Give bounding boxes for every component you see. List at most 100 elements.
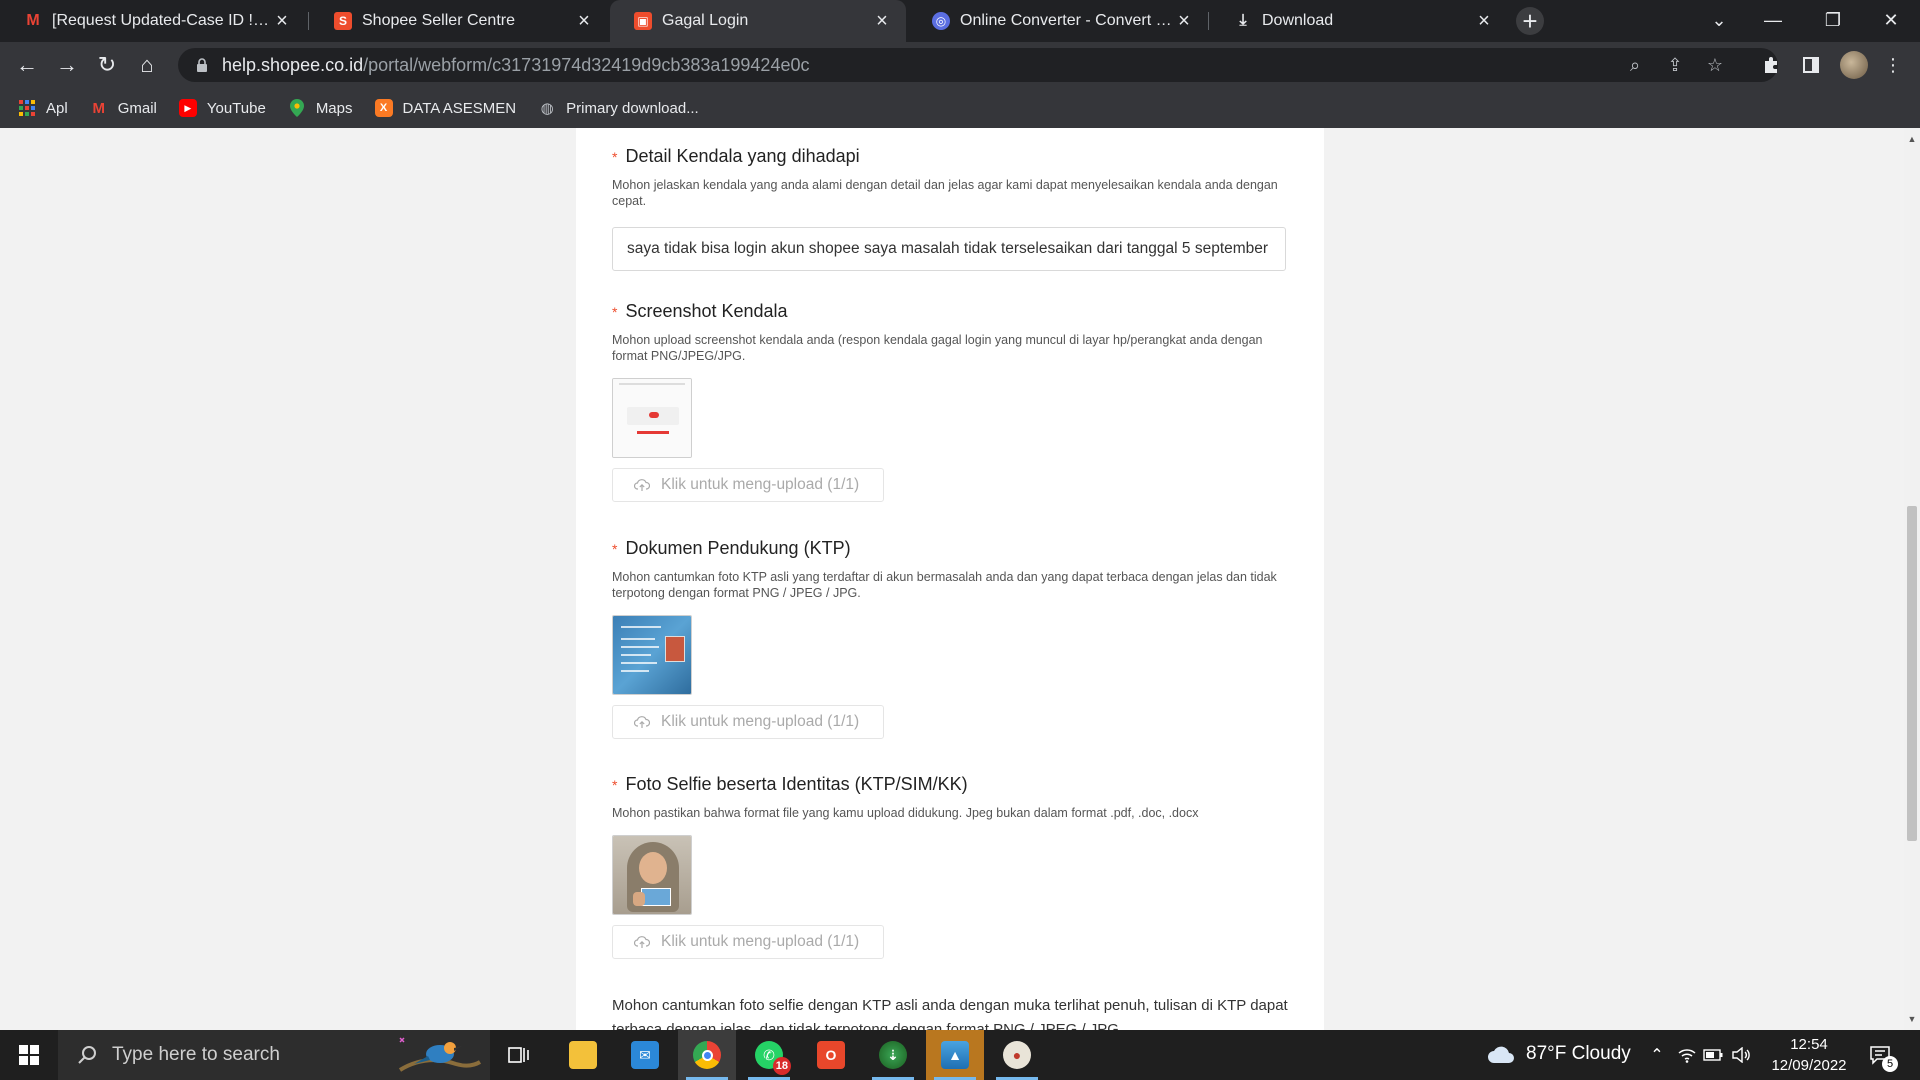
mail-envelope-icon: ✉ — [631, 1041, 659, 1069]
ktp-thumbnail[interactable] — [612, 615, 692, 695]
taskbar-internet-download-manager[interactable]: ⇣ — [864, 1030, 922, 1080]
url-text[interactable]: help.shopee.co.id/portal/webform/c317319… — [222, 55, 809, 76]
field-description: Mohon pastikan bahwa format file yang ka… — [612, 806, 1199, 820]
bookmark-label: YouTube — [206, 99, 266, 117]
scroll-down-arrow[interactable]: ▼ — [1907, 1012, 1917, 1026]
home-button[interactable]: ⌂ — [132, 50, 162, 80]
xampp-icon: X — [374, 99, 393, 117]
thumbnail-detail — [621, 670, 649, 672]
screenshot-upload-button[interactable]: Klik untuk meng-upload (1/1) — [612, 468, 884, 502]
tab-gagal-login[interactable]: ▣ Gagal Login × — [610, 0, 906, 42]
close-icon[interactable]: × — [1474, 10, 1494, 32]
photos-icon: ▲ — [941, 1041, 969, 1069]
start-button[interactable] — [0, 1030, 58, 1080]
reload-button[interactable]: ↻ — [92, 50, 122, 80]
bookmark-data-asesmen[interactable]: X DATA ASESMEN — [374, 99, 516, 117]
converter-icon: ◎ — [932, 12, 950, 30]
share-icon[interactable]: ⇪ — [1666, 55, 1684, 75]
bookmark-label: Gmail — [117, 99, 157, 117]
taskbar-mail[interactable]: ✉ — [616, 1030, 674, 1080]
screenshot-thumbnail[interactable] — [612, 378, 692, 458]
zoom-icon[interactable]: ⌕ — [1626, 55, 1644, 75]
notification-center-button[interactable]: 5 — [1866, 1042, 1898, 1072]
close-icon[interactable]: × — [1174, 10, 1194, 32]
close-icon[interactable]: × — [272, 10, 292, 32]
upload-label: Klik untuk meng-upload (1/1) — [661, 713, 860, 730]
close-window-button[interactable]: ✕ — [1868, 0, 1914, 40]
browser-toolbar: ← → ↻ ⌂ help.shopee.co.id/portal/webform… — [0, 42, 1920, 88]
selfie-upload-button[interactable]: Klik untuk meng-upload (1/1) — [612, 925, 884, 959]
url-path: /portal/webform/c31731974d32419d9cb383a1… — [363, 54, 810, 75]
taskbar-paint[interactable]: ● — [988, 1030, 1046, 1080]
selfie-label: Foto Selfie beserta Identitas (KTP/SIM/K… — [625, 774, 968, 794]
scrollbar-thumb[interactable] — [1907, 506, 1917, 841]
folder-icon — [569, 1041, 597, 1069]
lock-icon[interactable] — [194, 57, 210, 73]
weather-text[interactable]: 87°F Cloudy — [1526, 1043, 1631, 1065]
taskbar-whatsapp[interactable]: ✆ 18 — [740, 1030, 798, 1080]
ktp-upload-button[interactable]: Klik untuk meng-upload (1/1) — [612, 705, 884, 739]
side-panel-icon[interactable] — [1798, 52, 1824, 78]
forward-button[interactable]: → — [52, 50, 82, 80]
cloudy-weather-icon[interactable] — [1486, 1044, 1516, 1066]
tab-gmail-request[interactable]: M [Request Updated-Case ID !1567 × — [0, 0, 306, 42]
tab-search-chevron-icon[interactable]: ⌄ — [1696, 0, 1742, 40]
detail-kendala-input[interactable]: saya tidak bisa login akun shopee saya m… — [612, 227, 1286, 271]
new-tab-button[interactable]: + — [1516, 7, 1544, 35]
battery-icon[interactable] — [1702, 1044, 1724, 1066]
paint-palette-icon: ● — [1003, 1041, 1031, 1069]
restore-button[interactable]: ❐ — [1810, 0, 1856, 40]
ktp-photo — [665, 636, 685, 662]
task-view-button[interactable] — [490, 1030, 548, 1080]
tab-title: Download — [1262, 12, 1334, 29]
profile-avatar[interactable] — [1840, 51, 1868, 79]
tab-download[interactable]: ⤓ Download × — [1210, 0, 1508, 42]
tab-online-converter[interactable]: ◎ Online Converter - Convert Imag × — [908, 0, 1208, 42]
bookmark-star-icon[interactable]: ☆ — [1706, 55, 1724, 75]
page-scrollbar[interactable]: ▲ ▼ — [1904, 128, 1920, 1030]
taskbar-file-explorer[interactable] — [554, 1030, 612, 1080]
ktp-label: Dokumen Pendukung (KTP) — [625, 538, 851, 558]
tab-shopee-seller-centre[interactable]: S Shopee Seller Centre × — [310, 0, 608, 42]
taskbar-chrome[interactable] — [678, 1030, 736, 1080]
thumbnail-detail — [649, 412, 659, 418]
chevron-up-icon[interactable]: ⌃ — [1646, 1044, 1668, 1066]
bookmark-apps[interactable]: Apl — [18, 99, 68, 117]
selfie-thumbnail[interactable] — [612, 835, 692, 915]
bookmark-maps[interactable]: Maps — [288, 99, 353, 117]
address-bar[interactable]: help.shopee.co.id/portal/webform/c317319… — [178, 48, 1778, 82]
shopee-bag-icon: ▣ — [634, 12, 652, 30]
wifi-icon[interactable] — [1676, 1044, 1698, 1066]
download-icon: ⤓ — [1239, 12, 1247, 29]
search-highlight-bird-icon — [398, 1037, 482, 1072]
speaker-icon[interactable] — [1730, 1044, 1752, 1066]
taskbar-photos[interactable]: ▲ — [926, 1030, 984, 1080]
taskbar-clock[interactable]: 12:54 12/09/2022 — [1760, 1034, 1858, 1076]
detail-kendala-field: * Detail Kendala yang dihadapi Mohon jel… — [612, 146, 1292, 271]
cloud-upload-icon — [633, 476, 651, 494]
extensions-puzzle-icon[interactable] — [1758, 52, 1784, 78]
field-description: Mohon cantumkan foto KTP asli yang terda… — [612, 570, 1277, 600]
bookmark-label: Maps — [315, 99, 353, 117]
tab-title: [Request Updated-Case ID !1567 — [52, 12, 272, 29]
tab-title: Gagal Login — [662, 12, 749, 29]
scroll-up-arrow[interactable]: ▲ — [1907, 132, 1917, 146]
menu-kebab-icon[interactable]: ⋮ — [1880, 52, 1906, 78]
windows-logo-icon — [19, 1045, 39, 1065]
close-icon[interactable]: × — [574, 10, 594, 32]
youtube-icon: ▶ — [178, 99, 197, 117]
bookmark-primary-download[interactable]: ◍ Primary download... — [538, 99, 699, 118]
thumbnail-detail — [621, 626, 661, 628]
taskbar-office[interactable]: O — [802, 1030, 860, 1080]
taskbar-search-box[interactable]: Type here to search — [58, 1030, 490, 1080]
back-button[interactable]: ← — [12, 50, 42, 80]
maps-pin-icon — [288, 99, 306, 117]
screenshot-kendala-field: * Screenshot Kendala Mohon upload screen… — [612, 301, 1292, 502]
field-label: * Detail Kendala yang dihadapi — [612, 146, 1292, 167]
minimize-button[interactable]: — — [1750, 0, 1796, 40]
gmail-icon: M — [92, 99, 105, 117]
clock-date: 12/09/2022 — [1771, 1057, 1847, 1074]
bookmark-gmail[interactable]: M Gmail — [90, 99, 157, 117]
bookmark-youtube[interactable]: ▶ YouTube — [178, 99, 266, 117]
close-icon[interactable]: × — [872, 10, 892, 32]
